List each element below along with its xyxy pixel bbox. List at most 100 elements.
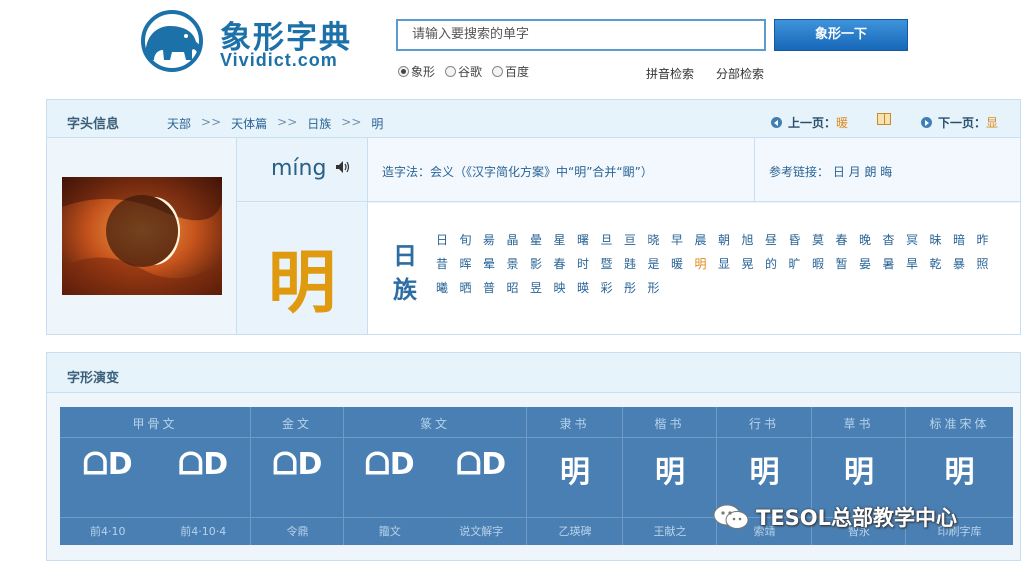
family-char-link[interactable]: 彩 — [601, 279, 625, 298]
radio-xiangxing[interactable]: 象形 — [398, 63, 435, 80]
family-char-link[interactable]: 暖 — [671, 255, 695, 274]
family-char-link[interactable]: 形 — [648, 279, 672, 298]
evolution-column: 隶书明乙瑛碑 — [527, 407, 623, 545]
prev-page-link[interactable]: 上一页：暖 — [771, 114, 848, 131]
family-char-link[interactable]: 显 — [718, 255, 742, 274]
family-char-link[interactable]: 晏 — [859, 255, 883, 274]
family-char-link[interactable]: 时 — [577, 255, 601, 274]
family-char-link[interactable]: 暗 — [953, 231, 977, 250]
logo-subtitle: Vividict.com — [220, 50, 338, 70]
character-family-cell: 日族 日旬昜晶曐星曙旦亘晓早晨朝旭昼昏莫春晚杳冥昧暗昨昔晖晕景影春时暨韪是暖明显… — [368, 203, 1020, 334]
breadcrumb-separator: >> — [277, 115, 298, 129]
evolution-column: 篆文 ᗝD 籀文 ᗝD 说文解字 — [344, 407, 527, 545]
family-char-link[interactable]: 昏 — [789, 231, 813, 250]
family-char-link[interactable]: 昭 — [507, 279, 531, 298]
family-char-link[interactable]: 韪 — [624, 255, 648, 274]
family-char-link[interactable]: 旭 — [742, 231, 766, 250]
radical-search-link[interactable]: 分部检索 — [716, 65, 764, 82]
family-char-link[interactable]: 昨 — [977, 231, 1001, 250]
family-char-link[interactable]: 普 — [483, 279, 507, 298]
family-char-link[interactable]: 晚 — [859, 231, 883, 250]
family-char-link[interactable]: 春 — [836, 231, 860, 250]
family-char-link[interactable]: 暇 — [812, 255, 836, 274]
next-char: 显 — [986, 116, 999, 130]
family-char-link[interactable]: 昱 — [530, 279, 554, 298]
family-char-link[interactable]: 曦 — [436, 279, 460, 298]
pronunciation-cell: míng — [237, 138, 367, 202]
family-character-grid: 日旬昜晶曐星曙旦亘晓早晨朝旭昼昏莫春晚杳冥昧暗昨昔晖晕景影春时暨韪是暖明显晃的旷… — [436, 231, 1006, 298]
family-char-link[interactable]: 晖 — [460, 255, 484, 274]
speaker-icon[interactable] — [335, 160, 351, 174]
main-character: 明 — [267, 243, 336, 323]
family-char-link[interactable]: 晶 — [507, 231, 531, 250]
family-char-link[interactable]: 的 — [765, 255, 789, 274]
family-char-link[interactable]: 晒 — [460, 279, 484, 298]
family-char-link[interactable]: 暎 — [577, 279, 601, 298]
family-char-link[interactable]: 昧 — [930, 231, 954, 250]
family-label: 日族 — [393, 242, 417, 304]
family-char-link[interactable]: 旦 — [601, 231, 625, 250]
family-char-link[interactable]: 曐 — [530, 231, 554, 250]
family-char-link[interactable]: 星 — [554, 231, 578, 250]
breadcrumb-item[interactable]: 天部 — [167, 115, 191, 132]
family-char-link[interactable]: 景 — [507, 255, 531, 274]
family-char-link[interactable]: 晓 — [648, 231, 672, 250]
breadcrumb-item[interactable]: 日族 — [307, 115, 331, 132]
family-char-link[interactable]: 莫 — [812, 231, 836, 250]
family-char-link[interactable]: 昔 — [436, 255, 460, 274]
family-char-link[interactable]: 朝 — [718, 231, 742, 250]
next-page-link[interactable]: 下一页：显 — [921, 114, 998, 131]
family-char-link[interactable]: 曙 — [577, 231, 601, 250]
family-char-link[interactable]: 是 — [648, 255, 672, 274]
radio-unchecked-icon — [492, 66, 504, 77]
family-char-link[interactable]: 影 — [530, 255, 554, 274]
site-logo[interactable]: 象形字典 Vividict.com — [136, 10, 372, 74]
breadcrumb-item[interactable]: 天体篇 — [231, 115, 267, 132]
family-char-link[interactable]: 旬 — [460, 231, 484, 250]
search-input[interactable]: 请输入要搜索的单字 — [396, 19, 766, 51]
family-char-link[interactable]: 照 — [977, 255, 1001, 274]
breadcrumb-item[interactable]: 明 — [371, 115, 383, 132]
glyph-form: 明 — [844, 455, 874, 490]
script-style-label: 标准宋体 — [929, 417, 990, 431]
family-char-link[interactable]: 晨 — [695, 231, 719, 250]
evolution-column: 金文 ᗝD 令鼎 — [251, 407, 344, 545]
script-style-label: 行书 — [748, 417, 779, 431]
family-char-link[interactable]: 映 — [554, 279, 578, 298]
radio-unchecked-icon — [445, 66, 457, 77]
family-char-link[interactable]: 昼 — [765, 231, 789, 250]
radio-label: 象形 — [411, 65, 436, 79]
glyph-form: 明 — [655, 455, 685, 490]
family-char-link[interactable]: 杳 — [883, 231, 907, 250]
family-char-link[interactable]: 昜 — [483, 231, 507, 250]
glyph-form: 明 — [749, 455, 780, 490]
family-char-link[interactable]: 暨 — [601, 255, 625, 274]
radio-baidu[interactable]: 百度 — [492, 63, 529, 80]
family-char-link[interactable]: 日 — [436, 231, 460, 250]
radio-label: 谷歌 — [458, 65, 483, 79]
radio-label: 百度 — [505, 65, 530, 79]
pinyin-search-link[interactable]: 拼音检索 — [646, 65, 694, 82]
family-char-link[interactable]: 亘 — [624, 231, 648, 250]
family-char-link[interactable]: 早 — [671, 231, 695, 250]
family-char-link[interactable]: 彤 — [624, 279, 648, 298]
family-char-link[interactable]: 明 — [695, 255, 719, 274]
family-char-link[interactable]: 暑 — [883, 255, 907, 274]
family-char-link[interactable]: 旱 — [906, 255, 930, 274]
family-char-link[interactable]: 春 — [554, 255, 578, 274]
book-icon[interactable] — [877, 113, 891, 125]
family-char-link[interactable]: 暂 — [836, 255, 860, 274]
family-char-link[interactable]: 乾 — [930, 255, 954, 274]
evolution-column: 甲骨文 ᗝD 前4·10 ᗝD 前4·10·4 — [60, 407, 251, 545]
radio-google[interactable]: 谷歌 — [445, 63, 482, 80]
reference-links[interactable]: 参考链接： 日 月 朗 晦 — [769, 163, 892, 180]
glyph-source: 令鼎 — [286, 525, 309, 538]
formation-description: 造字法：会义（《汉字简化方案》中“明”合并“朙”） — [382, 165, 653, 179]
family-char-link[interactable]: 晕 — [483, 255, 507, 274]
watermark: TESOL总部教学中心 — [712, 502, 957, 532]
family-char-link[interactable]: 旷 — [789, 255, 813, 274]
family-char-link[interactable]: 晃 — [742, 255, 766, 274]
family-char-link[interactable]: 暴 — [953, 255, 977, 274]
search-button[interactable]: 象形一下 — [774, 19, 908, 51]
family-char-link[interactable]: 冥 — [906, 231, 930, 250]
